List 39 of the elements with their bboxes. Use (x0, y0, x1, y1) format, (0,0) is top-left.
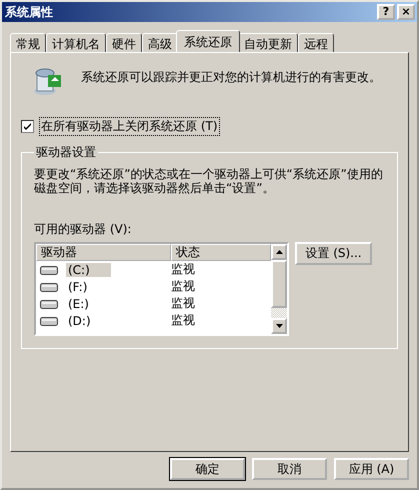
drive-status: 监视 (171, 278, 195, 295)
drive-icon (40, 316, 58, 326)
list-label: 可用的驱动器 (V): (34, 221, 132, 238)
drive-name[interactable]: (F:) (66, 280, 111, 294)
tab[interactable]: 计算机名 (46, 33, 106, 52)
drive-list[interactable]: 驱动器 状态 (C:) 监视 (F:) 监视 (E:) 监视 (D:) 监视 (34, 242, 289, 336)
drive-name[interactable]: (E:) (66, 296, 111, 310)
close-button[interactable]: × (397, 4, 415, 20)
drive-icon (40, 264, 58, 274)
tab[interactable]: 自动更新 (238, 33, 298, 52)
tab[interactable]: 远程 (298, 33, 334, 52)
dialog-button[interactable]: 确定 (170, 458, 245, 480)
tab[interactable]: 常规 (10, 33, 46, 52)
scrollbar[interactable] (271, 244, 287, 334)
drive-name[interactable]: (D:) (66, 314, 111, 328)
check-icon (23, 122, 32, 131)
drive-name[interactable]: (C:) (66, 262, 111, 276)
window-title: 系统属性 (5, 4, 53, 20)
dialog-button[interactable]: 取消 (252, 458, 327, 480)
scroll-up-icon[interactable] (276, 250, 282, 254)
tab[interactable]: 系统还原 (176, 30, 240, 52)
checkbox[interactable] (21, 120, 34, 133)
drive-icon (40, 298, 58, 308)
column-header[interactable]: 驱动器 (36, 244, 172, 261)
tab[interactable]: 硬件 (106, 33, 142, 52)
settings-button[interactable]: 设置 (S)... (295, 242, 372, 265)
help-button[interactable]: ? (377, 4, 395, 20)
description-text: 要更改“系统还原”的状态或在一个驱动器上可供“系统还原”使用的磁盘空间，请选择该驱动器然后单击“设置”。 (34, 167, 384, 195)
drive-icon (40, 282, 58, 292)
drive-status: 监视 (171, 312, 195, 329)
drive-status: 监视 (171, 295, 195, 312)
scroll-down-icon[interactable] (276, 324, 282, 328)
column-header[interactable]: 状态 (171, 244, 271, 261)
dialog-button[interactable]: 应用 (A) (334, 458, 409, 480)
group-title: 驱动器设置 (35, 144, 97, 161)
drive-status: 监视 (171, 261, 195, 278)
turn-off-checkbox[interactable]: 在所有驱动器上关闭系统还原 (T) (21, 117, 398, 136)
tab[interactable]: 高级 (142, 33, 178, 52)
intro-text: 系统还原可以跟踪并更正对您的计算机进行的有害更改。 (81, 69, 381, 86)
